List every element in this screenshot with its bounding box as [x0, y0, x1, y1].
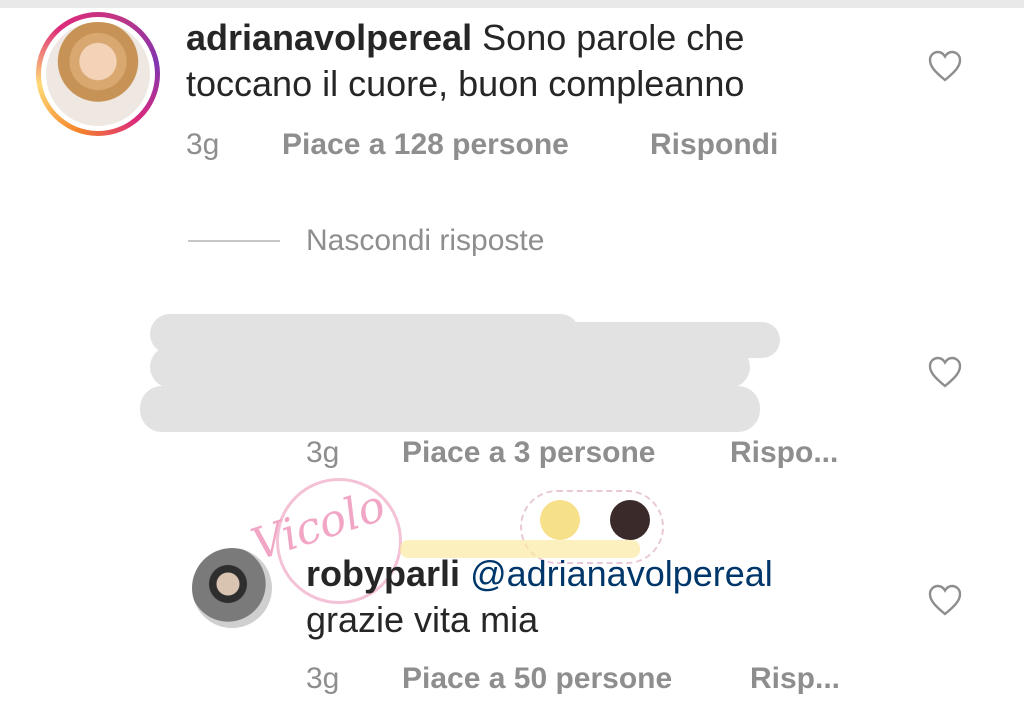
comment-1-likes[interactable]: Piace a 128 persone: [282, 128, 569, 162]
avatar-robyparli[interactable]: [192, 548, 272, 628]
comment-3-time: 3g: [306, 662, 340, 695]
comment-3-text: grazie vita mia: [306, 599, 539, 640]
comment-3-username[interactable]: robyparli: [306, 553, 460, 594]
comment-3-reply-button[interactable]: Risp...: [750, 662, 840, 696]
comment-2-time: 3g: [306, 436, 340, 469]
comment-3-likes[interactable]: Piace a 50 persone: [402, 662, 672, 696]
comment-1-text-line-2: toccano il cuore, buon compleanno: [186, 63, 745, 104]
comment-1-body: adrianavolpereal Sono parole che: [186, 16, 906, 60]
heart-icon[interactable]: [928, 50, 962, 82]
heart-icon[interactable]: [928, 356, 962, 388]
comment-1-username[interactable]: adrianavolpereal: [186, 17, 472, 58]
comment-1-time: 3g: [186, 128, 220, 161]
replies-divider: [188, 240, 280, 242]
top-bar: [0, 0, 1024, 8]
comment-1-text-line-1: Sono parole che: [482, 17, 745, 58]
comment-3-body: robyparli @adrianavolpereal: [306, 552, 906, 596]
heart-icon[interactable]: [928, 584, 962, 616]
hide-replies-button[interactable]: Nascondi risposte: [306, 224, 544, 258]
comment-2-likes[interactable]: Piace a 3 persone: [402, 436, 655, 470]
avatar-adrianavolpereal[interactable]: [36, 12, 160, 136]
comment-3-mention[interactable]: @adrianavolpereal: [470, 553, 773, 594]
comment-2-reply-button[interactable]: Rispo...: [730, 436, 838, 470]
comment-1-reply-button[interactable]: Rispondi: [650, 128, 778, 162]
